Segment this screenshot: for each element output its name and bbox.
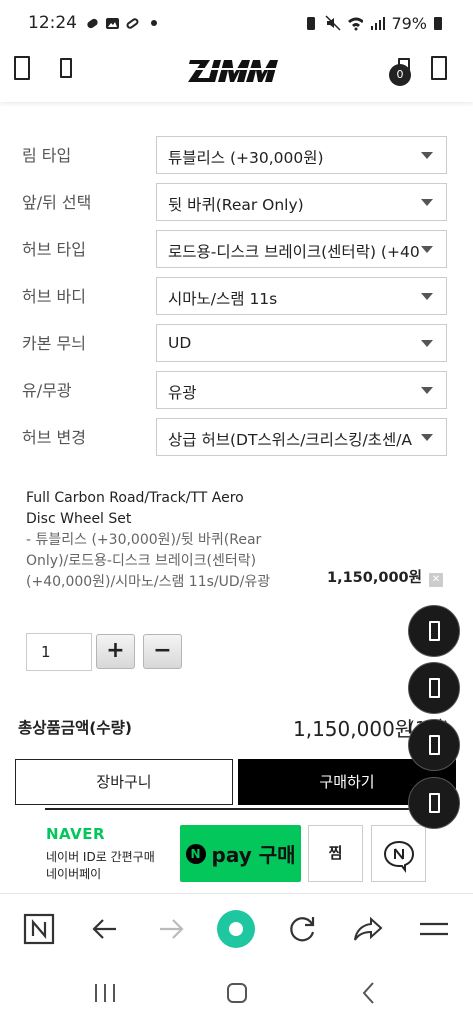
- search-icon[interactable]: [60, 58, 72, 78]
- option-value: UD: [168, 334, 192, 352]
- naver-brand: NAVER: [46, 825, 106, 843]
- cart-count-badge: 0: [389, 64, 411, 86]
- notification-image-icon: [106, 17, 119, 29]
- chevron-down-icon: [421, 340, 433, 347]
- battery-icon: [434, 17, 442, 30]
- chevron-down-icon: [421, 434, 433, 441]
- recent-apps-icon[interactable]: [93, 982, 117, 1004]
- notification-pill-icon: [87, 18, 98, 28]
- naver-pay-subtitle: 네이버 ID로 간편구매: [46, 850, 155, 864]
- option-label: 유/무광: [22, 381, 72, 400]
- option-label: 앞/뒤 선택: [22, 193, 92, 212]
- selected-product-options: - 튜블리스 (+30,000원)/뒷 바퀴(Rear Only)/로드용-디스…: [26, 532, 271, 590]
- signal-icon: [371, 17, 386, 30]
- option-value: 튜블리스 (+30,000원): [168, 149, 324, 167]
- option-row-hub-upgrade: 허브 변경 상급 허브(DT스위스/크리스킹/초센/A: [0, 418, 473, 456]
- brand-logo[interactable]: [188, 56, 288, 84]
- option-row-carbon-pattern: 카본 무늬 UD: [0, 324, 473, 362]
- floating-icon: [429, 735, 440, 755]
- naver-pay-divider: [45, 808, 426, 810]
- option-select-finish[interactable]: 유광: [156, 371, 447, 409]
- quantity-plus-button[interactable]: +: [96, 634, 135, 669]
- floating-icon: [429, 621, 440, 641]
- notification-link-icon: [126, 17, 139, 29]
- naver-wishlist-button[interactable]: 찜: [308, 825, 363, 882]
- floating-button-3[interactable]: [408, 719, 460, 771]
- floating-button-4[interactable]: [408, 777, 460, 829]
- selected-product-name: Full Carbon Road/Track/TT Aero Disc Whee…: [26, 490, 244, 527]
- back-arrow-icon[interactable]: [88, 912, 122, 946]
- option-value: 상급 허브(DT스위스/크리스킹/초센/A: [168, 431, 413, 449]
- battery-saver-icon: [307, 17, 316, 30]
- option-label: 허브 바디: [22, 287, 86, 306]
- option-row-rim-type: 림 타입 튜블리스 (+30,000원): [0, 136, 473, 174]
- add-to-cart-button[interactable]: 장바구니: [15, 759, 233, 805]
- battery-percent: 79%: [391, 13, 427, 33]
- share-icon[interactable]: [351, 912, 385, 946]
- option-select-hub-upgrade[interactable]: 상급 허브(DT스위스/크리스킹/초센/A: [156, 418, 447, 456]
- system-nav-bar: [0, 965, 473, 1024]
- chevron-down-icon: [421, 293, 433, 300]
- option-value: 로드용-디스크 브레이크(센터락) (+40: [168, 243, 420, 261]
- option-row-hub-type: 허브 타입 로드용-디스크 브레이크(센터락) (+40: [0, 230, 473, 268]
- browser-toolbar: [0, 893, 473, 965]
- option-row-hub-body: 허브 바디 시마노/스램 11s: [0, 277, 473, 315]
- account-icon[interactable]: [431, 56, 447, 80]
- option-select-hub-type[interactable]: 로드용-디스크 브레이크(센터락) (+40: [156, 230, 447, 268]
- status-time: 12:24: [28, 13, 77, 33]
- forward-arrow-icon[interactable]: [154, 912, 188, 946]
- wifi-icon: [348, 17, 364, 31]
- quantity-input[interactable]: 1: [26, 633, 92, 671]
- option-select-front-rear[interactable]: 뒷 바퀴(Rear Only): [156, 183, 447, 221]
- green-dot-icon[interactable]: [216, 909, 256, 949]
- menu-hamburger-icon[interactable]: [417, 912, 451, 946]
- chevron-down-icon: [421, 152, 433, 159]
- chevron-down-icon: [421, 246, 433, 253]
- chevron-down-icon: [421, 199, 433, 206]
- floating-icon: [429, 678, 440, 698]
- option-select-carbon-pattern[interactable]: UD: [156, 324, 447, 362]
- mute-icon: [325, 15, 341, 31]
- total-label: 총상품금액(수량): [18, 719, 132, 737]
- naver-pay-label: pay 구매: [211, 843, 296, 867]
- option-label: 카본 무늬: [22, 334, 86, 353]
- floating-button-1[interactable]: [408, 605, 460, 657]
- notification-dot-icon: [151, 20, 157, 26]
- option-label: 림 타입: [22, 146, 72, 165]
- floating-icon: [429, 793, 440, 813]
- remove-item-button[interactable]: ✕: [429, 573, 443, 587]
- option-select-rim-type[interactable]: 튜블리스 (+30,000원): [156, 136, 447, 174]
- refresh-icon[interactable]: [285, 912, 319, 946]
- naver-talk-icon: [383, 840, 415, 873]
- option-value: 뒷 바퀴(Rear Only): [168, 196, 304, 214]
- home-icon[interactable]: [226, 982, 248, 1004]
- option-label: 허브 변경: [22, 428, 86, 447]
- option-value: 시마노/스램 11s: [168, 290, 278, 308]
- quantity-minus-button[interactable]: −: [143, 634, 182, 669]
- naver-talk-button[interactable]: [371, 825, 426, 882]
- notification-icons: [85, 16, 157, 31]
- site-header: 0: [0, 46, 473, 102]
- naver-home-icon[interactable]: [22, 912, 56, 946]
- option-select-hub-body[interactable]: 시마노/스램 11s: [156, 277, 447, 315]
- option-value: 유광: [168, 384, 197, 402]
- floating-button-2[interactable]: [408, 662, 460, 714]
- option-label: 허브 타입: [22, 240, 86, 259]
- naver-pay-buy-button[interactable]: N pay 구매: [180, 825, 301, 882]
- selected-product-price: 1,150,000원: [327, 570, 422, 586]
- status-bar: 12:24 79%: [0, 0, 473, 46]
- option-row-front-rear: 앞/뒤 선택 뒷 바퀴(Rear Only): [0, 183, 473, 221]
- naver-n-icon: N: [185, 843, 206, 864]
- menu-icon[interactable]: [14, 56, 30, 80]
- back-icon[interactable]: [361, 981, 377, 1005]
- chevron-down-icon: [421, 387, 433, 394]
- status-right: 79%: [303, 14, 449, 33]
- total-price: 1,150,000원: [293, 717, 414, 741]
- naver-pay-subtitle-2: 네이버페이: [46, 867, 102, 881]
- option-row-finish: 유/무광 유광: [0, 371, 473, 409]
